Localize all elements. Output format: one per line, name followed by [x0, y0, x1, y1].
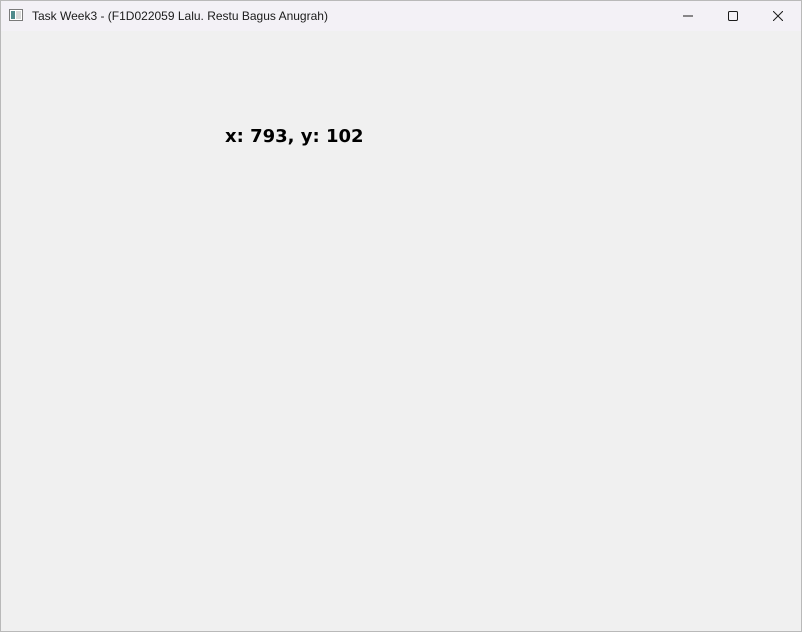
- minimize-button[interactable]: [665, 1, 711, 31]
- maximize-button[interactable]: [710, 1, 756, 31]
- app-window-icon: [9, 9, 23, 21]
- close-icon: [773, 11, 783, 21]
- client-area[interactable]: x: 793, y: 102: [1, 31, 801, 631]
- window-title: Task Week3 - (F1D022059 Lalu. Restu Bagu…: [32, 9, 328, 23]
- minimize-icon: [683, 15, 693, 17]
- mouse-position-label: x: 793, y: 102: [225, 126, 364, 147]
- close-button[interactable]: [755, 1, 801, 31]
- maximize-icon: [728, 11, 738, 21]
- title-bar[interactable]: Task Week3 - (F1D022059 Lalu. Restu Bagu…: [1, 1, 801, 31]
- app-window: Task Week3 - (F1D022059 Lalu. Restu Bagu…: [0, 0, 802, 632]
